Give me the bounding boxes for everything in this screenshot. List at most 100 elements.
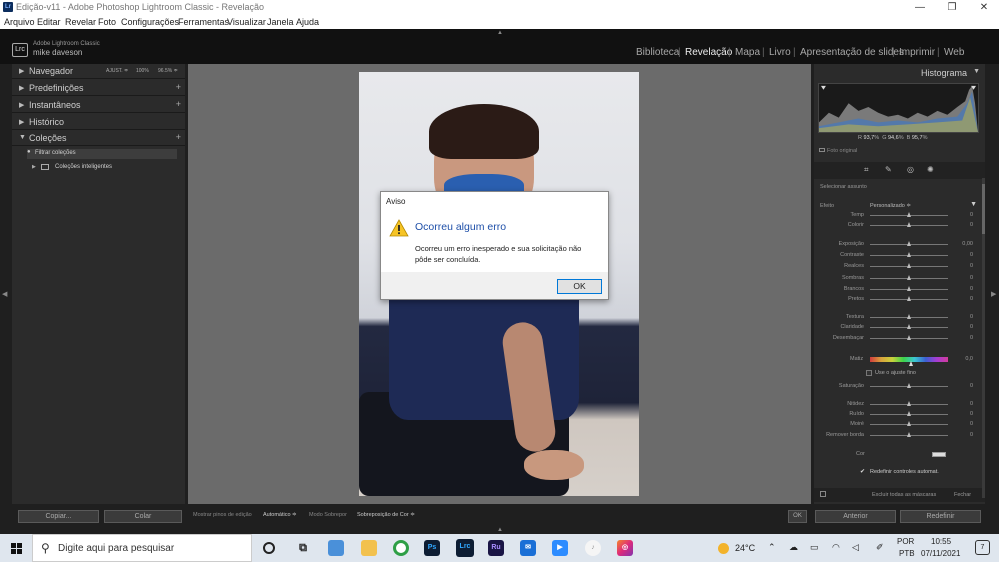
module-revelacao[interactable]: Revelação (685, 47, 732, 58)
slider-track[interactable] (870, 324, 948, 329)
notifications-icon[interactable]: 7 (975, 540, 990, 555)
slider-value[interactable]: 0 (970, 314, 973, 320)
collapse-left-panel-icon[interactable]: ◀ (2, 290, 7, 298)
slider-row[interactable]: Brancos 0 (814, 286, 985, 294)
slider-row[interactable]: Desembaçar 0 (814, 335, 985, 343)
volume-icon[interactable]: ◁ (852, 542, 859, 553)
slider-track[interactable] (870, 432, 948, 437)
cortana-icon[interactable] (263, 542, 275, 554)
original-photo-toggle[interactable]: Foto original (819, 148, 857, 154)
module-apresentacao[interactable]: Apresentação de slides (800, 47, 904, 58)
wifi-icon[interactable]: ◠ (832, 542, 840, 553)
slider-row[interactable]: Claridade 0 (814, 324, 985, 332)
slider-thumb[interactable] (906, 314, 911, 319)
photoshop-icon[interactable]: Ps (424, 540, 440, 556)
add-collection-icon[interactable]: + (176, 132, 181, 142)
menu-revelar[interactable]: Revelar (65, 17, 96, 27)
rush-icon[interactable]: Ru (488, 540, 504, 556)
slider-track[interactable] (870, 252, 948, 257)
windows-start-icon[interactable] (11, 543, 22, 554)
slider-row[interactable]: Sombras 0 (814, 275, 985, 283)
close-button[interactable]: ✕ (969, 0, 999, 15)
slider-row[interactable]: Saturação 0 (814, 383, 985, 391)
zoom-fit-select[interactable]: AJUST. ≑ (106, 68, 128, 74)
slider-track[interactable] (870, 335, 948, 340)
slider-value[interactable]: 0 (970, 383, 973, 389)
healing-tool-icon[interactable]: ✎ (885, 165, 892, 174)
menu-janela[interactable]: Janela (267, 17, 294, 27)
clock-date[interactable]: 07/11/2021 (921, 549, 960, 558)
minimize-button[interactable]: — (905, 0, 935, 15)
slider-thumb[interactable] (906, 401, 911, 406)
slider-row[interactable]: Colorir 0 (814, 222, 985, 230)
menu-ferramentas[interactable]: Ferramentas (178, 17, 229, 27)
slider-row[interactable]: Temp 0 (814, 212, 985, 220)
menu-visualizar[interactable]: Visualizar (227, 17, 266, 27)
checkmark-icon[interactable]: ✔ (860, 468, 865, 475)
copy-settings-button[interactable]: Copiar... (18, 510, 99, 523)
ok-button[interactable]: OK (557, 279, 602, 294)
histogram-graph[interactable] (818, 83, 979, 133)
hue-slider-thumb[interactable] (909, 361, 913, 366)
edit-pins-select[interactable]: Automático ≑ (263, 512, 297, 518)
module-web[interactable]: Web (944, 47, 964, 58)
slider-value[interactable]: 0 (970, 212, 973, 218)
itunes-icon[interactable]: ♪ (585, 540, 601, 556)
panel-navegador[interactable]: ▶ Navegador AJUST. ≑ 100% 96.5% ≑ (12, 64, 185, 79)
slider-thumb[interactable] (906, 411, 911, 416)
slider-thumb[interactable] (906, 286, 911, 291)
chrome-icon[interactable] (393, 540, 409, 556)
slider-value[interactable]: 0 (970, 286, 973, 292)
slider-row[interactable]: Textura 0 (814, 314, 985, 322)
close-masks-button[interactable]: Fechar (954, 492, 971, 498)
slider-track[interactable] (870, 241, 948, 246)
mail-icon[interactable]: ✉ (520, 540, 536, 556)
collapse-right-panel-icon[interactable]: ▶ (991, 290, 996, 298)
smart-collections-item[interactable]: ▶ Coleções inteligentes (27, 163, 177, 173)
slider-value[interactable]: 0 (970, 432, 973, 438)
pen-icon[interactable]: ✐ (876, 542, 884, 553)
slider-thumb[interactable] (906, 222, 911, 227)
clear-all-masks-button[interactable]: Excluir todas as máscaras (872, 492, 936, 498)
menu-configuracoes[interactable]: Configurações (121, 17, 179, 27)
slider-value[interactable]: 0 (970, 401, 973, 407)
slider-thumb[interactable] (906, 432, 911, 437)
language-indicator[interactable]: POR (897, 537, 914, 546)
menu-editar[interactable]: Editar (37, 17, 61, 27)
toolbar-ok-button[interactable]: OK (788, 510, 807, 523)
module-livro[interactable]: Livro (769, 47, 791, 58)
slider-track[interactable] (870, 401, 948, 406)
slider-row[interactable]: Pretos 0 (814, 296, 985, 304)
add-snapshot-icon[interactable]: + (176, 99, 181, 109)
module-biblioteca[interactable]: Biblioteca (636, 47, 679, 58)
menu-ajuda[interactable]: Ajuda (296, 17, 319, 27)
slider-track[interactable] (870, 296, 948, 301)
panel-instantaneos[interactable]: ▶ Instantâneos + (12, 98, 185, 113)
slider-value[interactable]: 0,00 (962, 241, 973, 247)
slider-row[interactable]: Exposição 0,00 (814, 241, 985, 249)
slider-thumb[interactable] (906, 383, 911, 388)
instagram-icon[interactable]: ◎ (617, 540, 633, 556)
lightroom-classic-icon[interactable]: Lrc (456, 539, 474, 557)
filter-collections-field[interactable]: ● Filtrar coleções (27, 149, 177, 159)
panel-colecoes[interactable]: ▼ Coleções + (12, 131, 185, 146)
zoom-icon[interactable]: ▶ (552, 540, 568, 556)
slider-track[interactable] (870, 275, 948, 280)
menu-arquivo[interactable]: Arquivo (4, 17, 35, 27)
previous-button[interactable]: Anterior (815, 510, 896, 523)
slider-row[interactable]: Ruído 0 (814, 411, 985, 419)
module-imprimir[interactable]: Imprimir (899, 47, 935, 58)
display-app-icon[interactable] (328, 540, 344, 556)
slider-track[interactable] (870, 383, 948, 388)
slider-thumb[interactable] (906, 252, 911, 257)
reset-button[interactable]: Redefinir (900, 510, 981, 523)
slider-track[interactable] (870, 314, 948, 319)
cloud-icon[interactable]: ☁ (789, 542, 798, 553)
slider-value[interactable]: 0 (970, 252, 973, 258)
collapse-filmstrip-icon[interactable]: ▲ (497, 527, 503, 533)
triangle-down-icon[interactable]: ▼ (970, 201, 977, 208)
menu-foto[interactable]: Foto (98, 17, 116, 27)
toggle-icon[interactable] (820, 491, 826, 497)
maximize-button[interactable]: ❐ (937, 0, 967, 15)
slider-row[interactable]: Realces 0 (814, 263, 985, 271)
